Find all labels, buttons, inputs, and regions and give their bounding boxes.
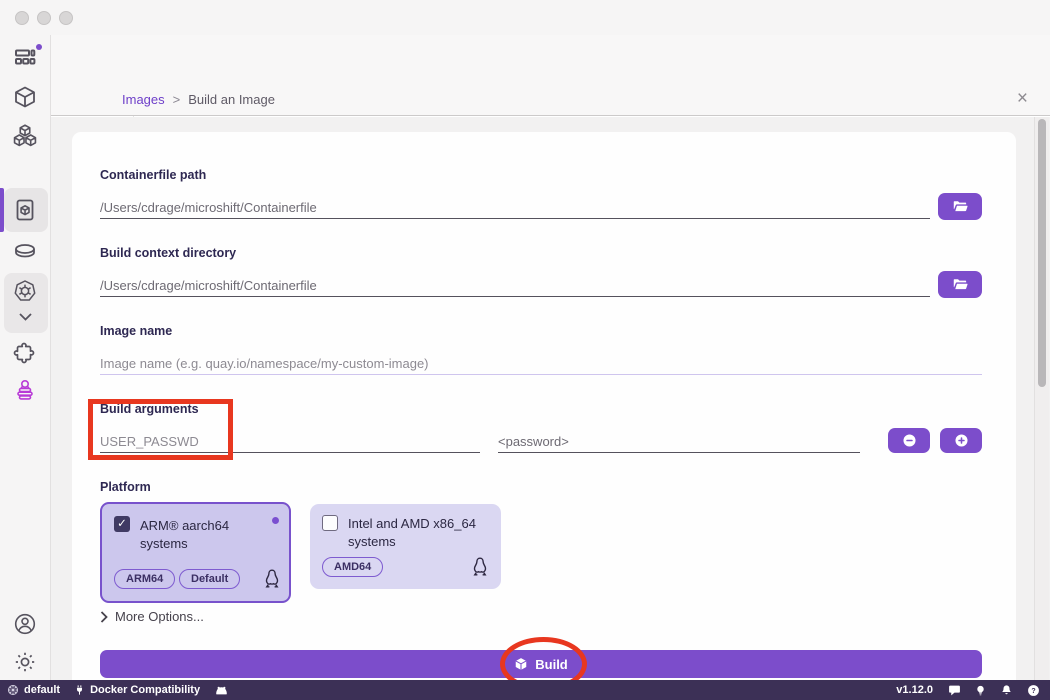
containers-cube-icon <box>13 85 37 109</box>
amd64-badge: AMD64 <box>322 557 383 577</box>
scrollbar-thumb[interactable] <box>1038 119 1046 387</box>
window-close-button[interactable] <box>15 11 29 25</box>
build-context-label: Build context directory <box>100 246 236 260</box>
default-badge: Default <box>179 569 240 589</box>
more-options-toggle[interactable]: More Options... <box>100 609 204 624</box>
sidebar <box>0 35 51 680</box>
build-arguments-label: Build arguments <box>100 402 199 416</box>
sidebar-item-volumes[interactable] <box>13 239 37 263</box>
puzzle-icon <box>13 340 37 364</box>
statusbar-notifications[interactable] <box>993 684 1020 697</box>
linux-penguin-icon <box>468 554 492 580</box>
podman-icon <box>214 684 229 696</box>
build-button[interactable]: Build <box>100 650 982 678</box>
svg-text:?: ? <box>1031 687 1035 694</box>
sidebar-item-pods[interactable] <box>13 124 37 148</box>
window-titlebar <box>0 0 1050 35</box>
breadcrumb-images-link[interactable]: Images <box>122 92 165 107</box>
statusbar-feedback[interactable] <box>941 684 968 697</box>
dashboard-notification-dot <box>36 44 42 50</box>
bell-icon <box>1000 684 1013 697</box>
circle-minus-icon <box>901 432 918 449</box>
account-icon <box>13 612 37 636</box>
arm64-badge: ARM64 <box>114 569 175 589</box>
build-arg-value-input[interactable]: <password> <box>498 431 860 453</box>
image-name-label: Image name <box>100 324 172 338</box>
more-options-label: More Options... <box>115 609 204 624</box>
breadcrumb-separator: > <box>173 92 181 107</box>
help-icon: ? <box>1027 684 1040 697</box>
statusbar-help[interactable]: ? <box>1020 684 1050 697</box>
plug-icon <box>74 684 85 696</box>
containerfile-path-label: Containerfile path <box>100 168 206 182</box>
platform-card-arm64[interactable]: ✓ ARM® aarch64 systems ARM64 Default <box>100 502 291 603</box>
arm64-platform-label: ARM® aarch64 systems <box>140 517 276 552</box>
statusbar-docker-compatibility[interactable]: Docker Compatibility <box>67 680 207 700</box>
sidebar-item-extensions[interactable] <box>13 340 37 364</box>
window-minimize-button[interactable] <box>37 11 51 25</box>
statusbar-tasks[interactable] <box>968 684 993 697</box>
pods-icon <box>13 124 37 148</box>
sidebar-item-images[interactable] <box>13 198 37 222</box>
arm64-checkbox[interactable]: ✓ <box>114 516 130 532</box>
chevron-right-icon <box>100 611 108 623</box>
kube-context-label: default <box>24 684 60 696</box>
amd64-checkbox[interactable] <box>322 515 338 531</box>
page-header: Images>Build an Image Build image from C… <box>51 35 1050 116</box>
sidebar-active-indicator <box>0 188 4 232</box>
extension-whale-stack-icon <box>13 378 37 402</box>
sidebar-item-containers[interactable] <box>13 85 37 109</box>
platform-label: Platform <box>100 480 151 494</box>
gear-icon <box>13 650 37 674</box>
volumes-icon <box>13 239 37 263</box>
remove-build-arg-button[interactable] <box>888 428 930 453</box>
sidebar-item-dashboard[interactable] <box>13 46 37 70</box>
statusbar-kube-context[interactable]: default <box>0 680 67 700</box>
lightbulb-icon <box>975 684 986 697</box>
folder-open-icon <box>952 276 969 293</box>
dashboard-icon <box>13 46 37 70</box>
build-context-input[interactable]: /Users/cdrage/microshift/Containerfile <box>100 275 930 297</box>
window-zoom-button[interactable] <box>59 11 73 25</box>
add-build-arg-button[interactable] <box>940 428 982 453</box>
sidebar-item-ai-lab-extension[interactable] <box>13 378 37 402</box>
breadcrumb-current: Build an Image <box>188 92 275 107</box>
kubernetes-chevron-down-icon[interactable] <box>19 308 32 316</box>
build-context-browse-button[interactable] <box>938 271 982 298</box>
feedback-bubble-icon <box>948 684 961 697</box>
statusbar-podman-machine[interactable] <box>207 680 236 700</box>
status-bar: default Docker Compatibility v1.12.0 <box>0 680 1050 700</box>
docker-compatibility-label: Docker Compatibility <box>90 684 200 696</box>
image-name-input[interactable]: Image name (e.g. quay.io/namespace/my-cu… <box>100 353 982 375</box>
arm64-selected-dot <box>272 517 279 524</box>
folder-open-icon <box>952 198 969 215</box>
build-button-label: Build <box>535 657 568 672</box>
kube-context-icon <box>7 684 19 696</box>
containerfile-browse-button[interactable] <box>938 193 982 220</box>
images-icon <box>13 198 37 222</box>
linux-penguin-icon <box>260 566 284 592</box>
breadcrumb: Images > Build an Image <box>122 92 275 107</box>
build-cube-icon <box>514 657 528 671</box>
amd64-platform-label: Intel and AMD x86_64 systems <box>348 515 483 550</box>
sidebar-item-account[interactable] <box>13 612 37 636</box>
kubernetes-icon <box>13 279 37 303</box>
containerfile-path-input[interactable]: /Users/cdrage/microshift/Containerfile <box>100 197 930 219</box>
close-icon[interactable]: × <box>1017 89 1028 108</box>
platform-card-amd64[interactable]: Intel and AMD x86_64 systems AMD64 <box>310 504 501 589</box>
sidebar-item-settings[interactable] <box>13 650 37 674</box>
app-version: v1.12.0 <box>888 684 941 696</box>
circle-plus-icon <box>953 432 970 449</box>
build-arg-key-input[interactable]: USER_PASSWD <box>100 431 480 453</box>
sidebar-item-kubernetes[interactable] <box>13 279 37 303</box>
